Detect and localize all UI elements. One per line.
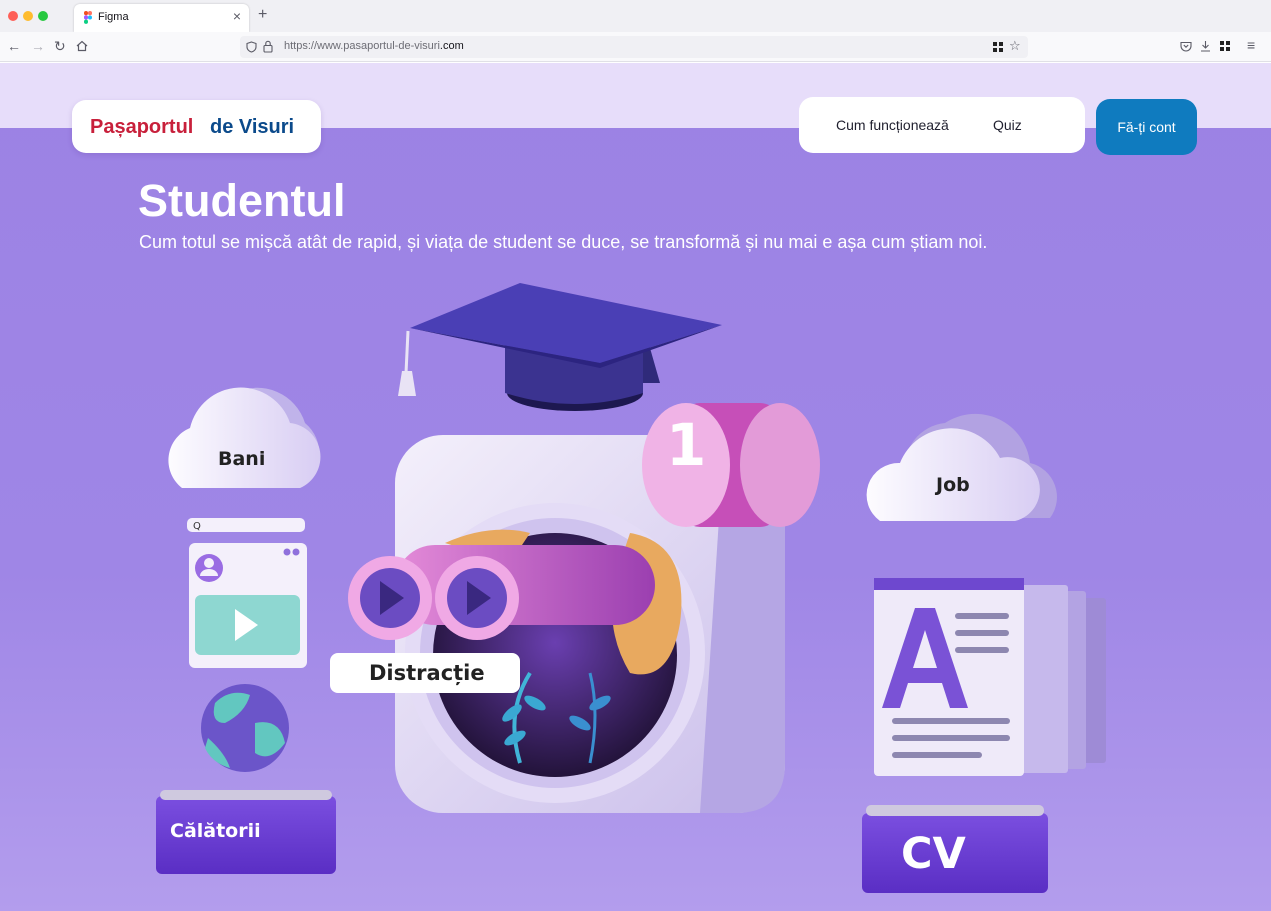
video-window-icon: Q [187,518,307,668]
bookmark-star-icon[interactable]: ☆ [1009,38,1021,54]
menu-icon[interactable]: ≡ [1247,37,1255,53]
badge-number: 1 [666,411,707,479]
back-icon[interactable]: ← [7,38,21,54]
browser-tab[interactable]: Figma × [74,4,249,32]
nav-link-quiz[interactable]: Quiz [993,117,1022,133]
maximize-window-button[interactable] [38,11,48,21]
cloud-icon [866,413,1057,521]
globe-icon [201,684,289,772]
tab-title: Figma [98,11,129,23]
shield-icon[interactable] [246,41,257,53]
new-tab-icon[interactable]: + [258,6,267,24]
pocket-icon[interactable] [1180,41,1192,52]
graduation-cap-icon [398,283,722,411]
url-prefix: https://www.pasaportul-de-visuri [284,40,440,52]
document-icon [874,578,1106,776]
logo-text-red: Pașaportul [90,116,194,138]
cloud-icon [168,387,321,488]
nav-link-how-it-works[interactable]: Cum funcționează [836,117,949,133]
site-logo[interactable]: Pașaportul de Visuri [72,100,321,153]
svg-text:Q: Q [193,521,201,532]
topic-job[interactable]: Job [936,474,970,496]
topic-travel[interactable]: Călătorii [170,820,261,842]
download-icon[interactable] [1200,40,1211,52]
lock-icon[interactable] [263,40,273,53]
figma-icon [84,11,92,24]
address-bar[interactable]: https://www.pasaportul-de-visuri.com ☆ [240,36,1028,58]
home-icon[interactable] [76,40,88,52]
create-account-button[interactable]: Fă-ți cont [1096,99,1197,155]
close-tab-icon[interactable]: × [233,8,241,24]
page-subtitle: Cum totul se mișcă atât de rapid, și via… [139,232,988,252]
logo-text-blue: de Visuri [210,116,295,138]
hero-page: Q Pașaportul de Visuri Cum funcționează … [0,63,1271,911]
close-window-button[interactable] [8,11,18,21]
topic-money[interactable]: Bani [218,448,265,470]
url-domain: .com [439,40,464,52]
topic-fun[interactable]: Distracție [369,661,485,685]
reload-icon[interactable]: ↻ [54,38,66,54]
apps-grid-icon[interactable] [1220,41,1230,51]
main-nav: Cum funcționează Quiz [799,97,1085,153]
forward-icon[interactable]: → [31,38,45,54]
browser-tab-bar: Figma × + [0,0,1271,32]
browser-nav-bar: ← → ↻ https://www.pasaportul-de-visuri.c… [0,32,1271,62]
topic-cv[interactable]: CV [901,829,966,879]
url-text: https://www.pasaportul-de-visuri.com [284,40,464,52]
minimize-window-button[interactable] [23,11,33,21]
page-title: Studentul [138,175,346,226]
extensions-grid-icon[interactable] [993,42,1003,52]
